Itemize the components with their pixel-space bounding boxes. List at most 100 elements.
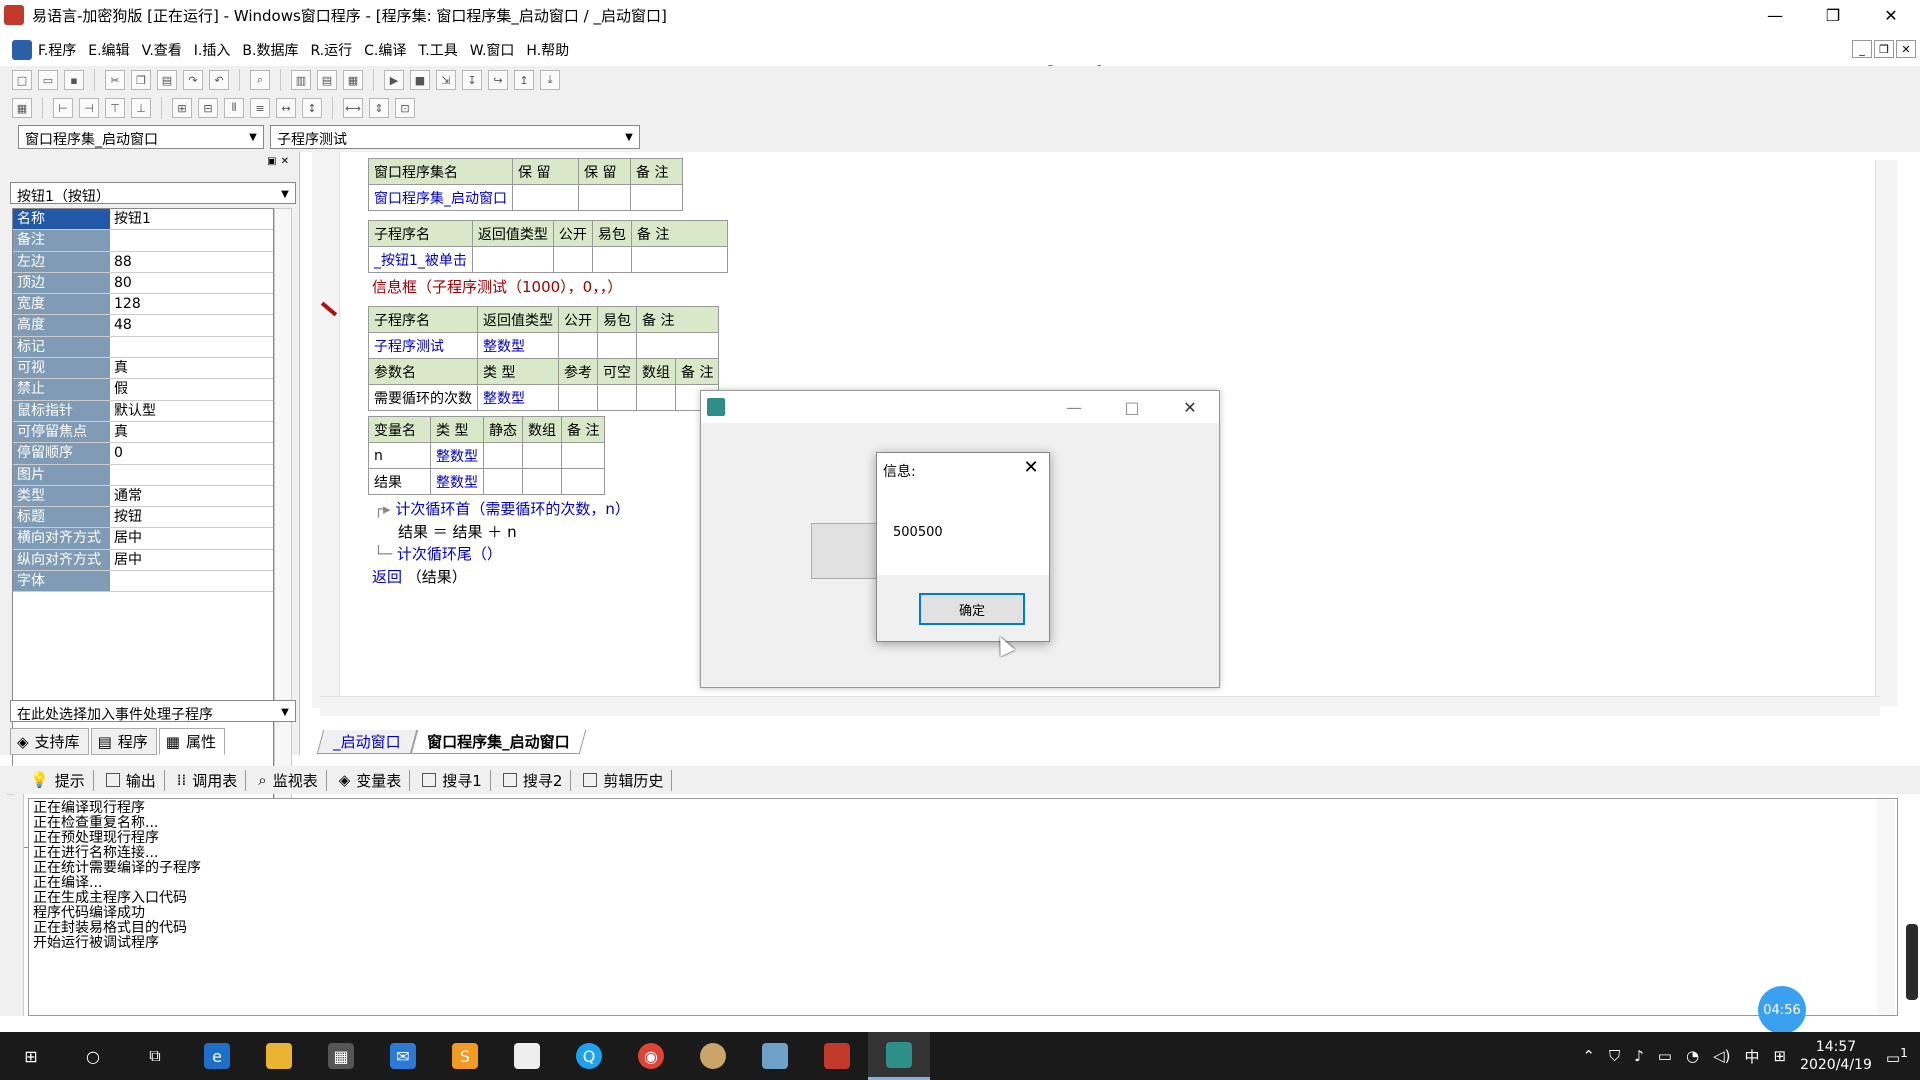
same-height-icon[interactable]: ⇕ (369, 98, 389, 118)
property-value[interactable] (110, 230, 273, 250)
tab-variables[interactable]: ◈ 变量表 (339, 769, 411, 791)
taskbar-sublime[interactable]: S (434, 1032, 496, 1080)
chevron-up-icon[interactable]: ⌃ (1582, 1047, 1595, 1065)
property-value[interactable]: 80 (110, 273, 273, 293)
property-row[interactable]: 横向对齐方式 居中 (13, 528, 273, 550)
space-v-icon[interactable]: ↕ (302, 98, 322, 118)
side-widget[interactable] (1906, 924, 1918, 1000)
property-value[interactable]: 通常 (110, 486, 273, 506)
editor-vertical-scrollbar[interactable] (1875, 160, 1897, 706)
property-row[interactable]: 纵向对齐方式 居中 (13, 549, 273, 572)
taskbar-paint[interactable] (682, 1032, 744, 1080)
mdi-restore-button[interactable]: ❐ (1874, 40, 1894, 58)
property-value[interactable]: 128 (110, 294, 273, 314)
layout-1-icon[interactable]: ▥ (291, 70, 311, 90)
maximize-button[interactable]: ❐ (1804, 0, 1862, 30)
paste-icon[interactable]: ▤ (157, 70, 177, 90)
distribute-h-icon[interactable]: ⫴ (224, 98, 244, 118)
property-value[interactable]: 按钮 (110, 507, 273, 527)
property-row[interactable]: 宽度 128 (13, 294, 273, 316)
step-over-icon[interactable]: ↪ (488, 70, 508, 90)
code-line-loop-end[interactable]: └─ 计次循环尾（） (374, 543, 502, 564)
taskbar-notes[interactable] (496, 1032, 558, 1080)
subroutine-combo[interactable]: 子程序测试 ▼ (270, 125, 640, 149)
volume-icon[interactable]: ◁) (1713, 1047, 1730, 1065)
same-size-icon[interactable]: ⊡ (395, 98, 415, 118)
distribute-v-icon[interactable]: ≡ (250, 98, 270, 118)
property-value[interactable]: 88 (110, 252, 273, 272)
property-scrollbar[interactable] (274, 208, 292, 848)
menu-help[interactable]: H.帮助 (526, 40, 569, 60)
microphone-icon[interactable]: ♪ (1634, 1047, 1644, 1065)
property-row[interactable]: 标题 按钮 (13, 507, 273, 529)
taskbar-qq[interactable]: Q (558, 1032, 620, 1080)
property-value[interactable]: 按钮1 (110, 209, 273, 229)
taskbar-edge[interactable]: e (186, 1032, 248, 1080)
align-bottom-icon[interactable]: ⊥ (131, 98, 151, 118)
property-row[interactable]: 字体 (13, 571, 273, 593)
battery-icon[interactable]: ▭ (1658, 1047, 1672, 1065)
tab-hint[interactable]: 💡 提示 (30, 769, 94, 791)
property-row[interactable]: 类型 通常 (13, 485, 273, 508)
property-row[interactable]: 名称 按钮1 (13, 209, 273, 231)
align-top-icon[interactable]: ⊤ (105, 98, 125, 118)
align-left-icon[interactable]: ⊢ (53, 98, 73, 118)
align-grid-icon[interactable]: ▦ (12, 98, 32, 118)
property-row[interactable]: 可视真 (13, 358, 273, 380)
menu-window[interactable]: W.窗口 (470, 40, 515, 60)
event-combo[interactable]: 在此处选择加入事件处理子程序 ▼ (10, 700, 296, 723)
output-panel[interactable]: 正在编译现行程序 正在检查重复名称... 正在预处理现行程序 正在进行名称连接... 正… (28, 798, 1898, 1016)
copy-icon[interactable]: ❐ (131, 70, 151, 90)
editor-gutter[interactable] (312, 152, 340, 708)
program-close-button[interactable]: ✕ (1161, 391, 1219, 423)
tab-call-stack[interactable]: ⁞⁞ 调用表 (177, 769, 247, 791)
program-maximize-button[interactable]: □ (1103, 391, 1161, 423)
ime-indicator[interactable]: 中 (1744, 1046, 1759, 1067)
taskbar-explorer[interactable] (248, 1032, 310, 1080)
tab-output[interactable]: 输出 (105, 769, 165, 791)
cut-icon[interactable]: ✂ (105, 70, 125, 90)
ok-button[interactable]: 确定 (919, 593, 1025, 625)
property-value[interactable]: 默认型 (110, 401, 273, 421)
menu-tools[interactable]: T.工具 (418, 40, 457, 60)
tab-search-1[interactable]: 搜寻1 (422, 769, 491, 791)
taskbar-running-program[interactable] (868, 1032, 930, 1080)
layout-3-icon[interactable]: ▦ (343, 70, 363, 90)
mdi-minimize-button[interactable]: _ (1852, 40, 1872, 58)
step-into-icon[interactable]: ↧ (462, 70, 482, 90)
taskbar-eyuyan[interactable] (806, 1032, 868, 1080)
tab-properties[interactable]: ▦ 属性 (158, 728, 225, 755)
space-h-icon[interactable]: ↔ (276, 98, 296, 118)
property-row[interactable]: 禁止假 (13, 379, 273, 401)
property-row[interactable]: 备注 (13, 230, 273, 252)
menu-compile[interactable]: C.编译 (364, 40, 406, 60)
menu-insert[interactable]: I.插入 (194, 40, 231, 60)
code-line-loop-body[interactable]: 结果 ＝ 结果 ＋ n (398, 521, 517, 542)
tab-startup-window-program-set[interactable]: 窗口程序集_启动窗口 (410, 730, 586, 754)
tab-search-2[interactable]: 搜寻2 (502, 769, 572, 791)
step-out-icon[interactable]: ↥ (514, 70, 534, 90)
taskbar-mail[interactable]: ✉ (372, 1032, 434, 1080)
tab-program[interactable]: ▤ 程序 (90, 728, 157, 755)
minimize-button[interactable]: — (1746, 0, 1804, 30)
find-icon[interactable]: ⌕ (250, 70, 270, 90)
taskbar-store[interactable]: ▦ (310, 1032, 372, 1080)
panel-pin-icon[interactable]: ▣ (267, 156, 276, 167)
property-value[interactable]: 真 (110, 422, 273, 442)
property-row[interactable]: 可停留焦点真 (13, 421, 273, 444)
property-row[interactable]: 顶边 80 (13, 272, 273, 295)
editor-horizontal-scrollbar[interactable] (320, 696, 1880, 716)
tab-support-library[interactable]: ◈ 支持库 (10, 728, 89, 755)
tab-watch[interactable]: ⌕ 监视表 (258, 769, 327, 791)
close-button[interactable]: ✕ (1862, 0, 1920, 30)
property-value[interactable]: 居中 (110, 528, 273, 548)
program-set-combo[interactable]: 窗口程序集_启动窗口 ▼ (18, 125, 264, 149)
panel-close-icon[interactable]: ✕ (281, 156, 289, 167)
message-box-close-icon[interactable]: ✕ (1021, 457, 1041, 478)
start-button[interactable]: ⊞ (0, 1032, 62, 1080)
menu-edit[interactable]: E.编辑 (88, 40, 129, 60)
run-to-cursor-icon[interactable]: ⤓ (540, 70, 560, 90)
tab-clipboard-history[interactable]: 剪辑历史 (583, 769, 673, 791)
keyboard-icon[interactable]: ⊞ (1773, 1047, 1786, 1065)
program-minimize-button[interactable]: — (1045, 391, 1103, 423)
